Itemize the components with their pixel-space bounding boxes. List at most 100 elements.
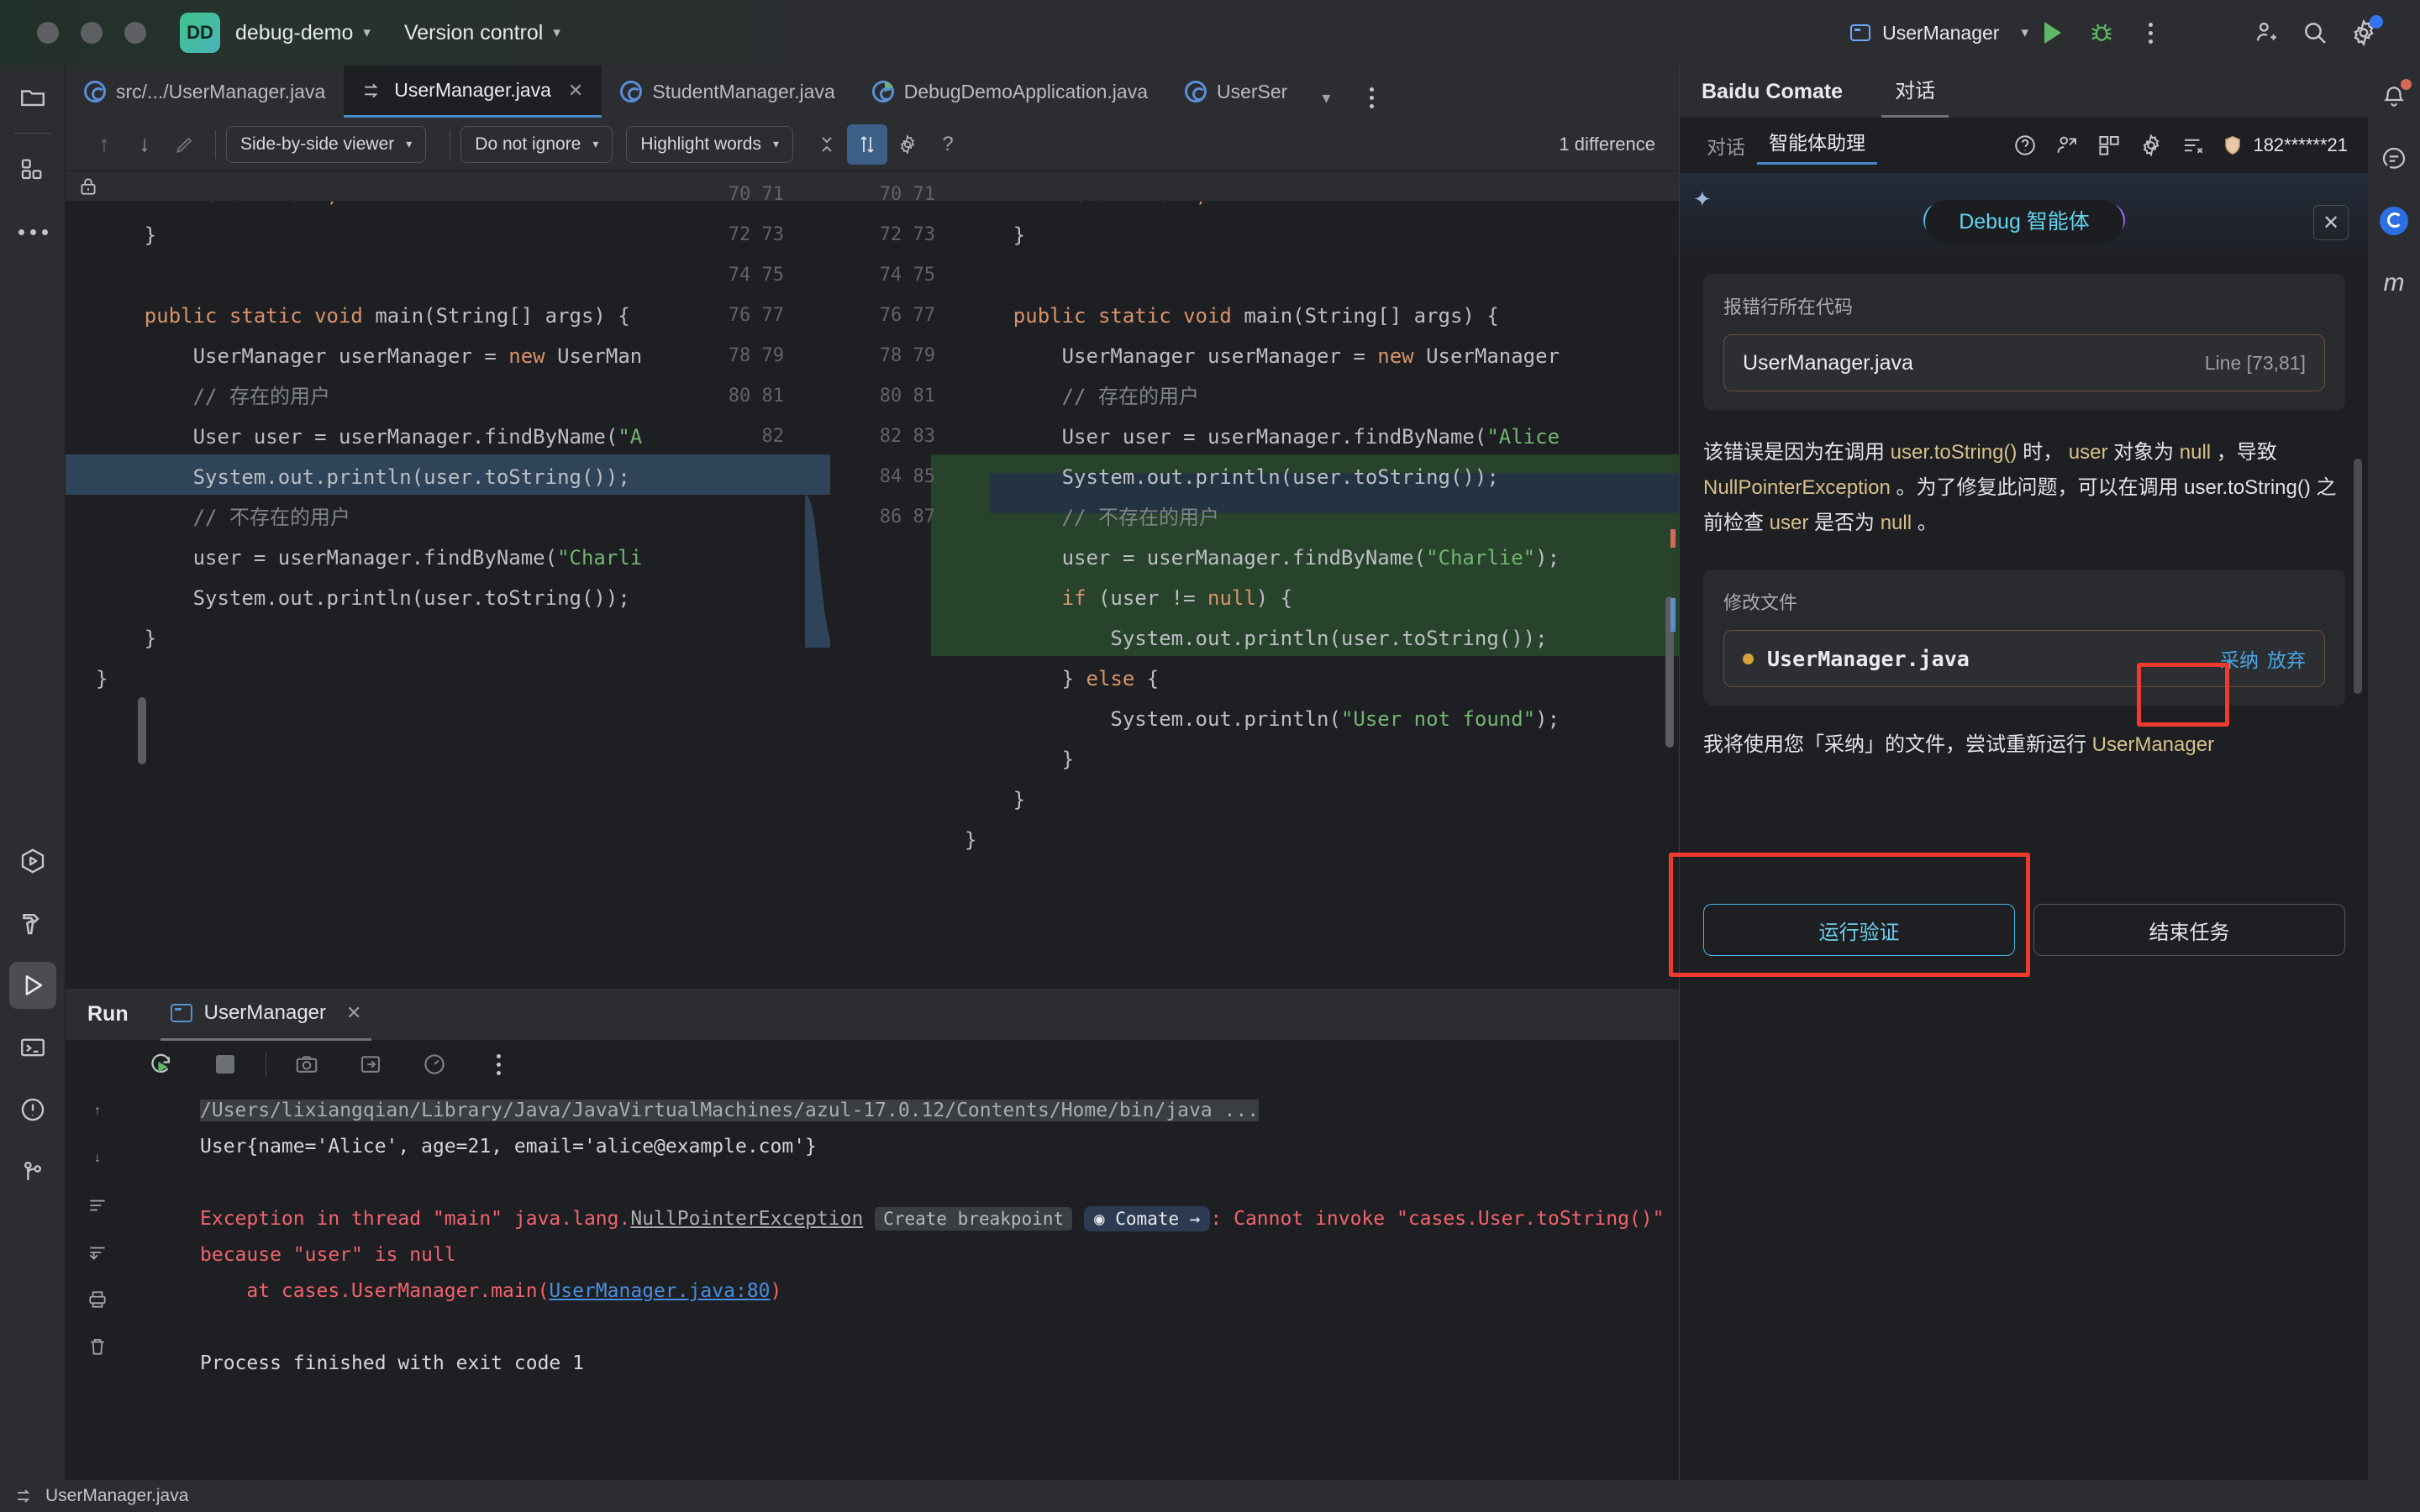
tab-debugdemoapplication[interactable]: DebugDemoApplication.java (854, 66, 1166, 118)
console-stack-link[interactable]: UserManager.java:80 (549, 1280, 770, 1302)
next-difference-button[interactable]: ↓ (124, 124, 165, 165)
stop-button[interactable] (193, 1041, 257, 1088)
rerun-button[interactable] (129, 1041, 193, 1088)
comate-subtab-agent-assistant[interactable]: 智能体助理 (1757, 127, 1877, 165)
comate-subtab-chat[interactable]: 对话 (1695, 131, 1757, 160)
viewer-mode-dropdown[interactable]: Side-by-side viewer ▾ (226, 125, 427, 163)
run-verify-button[interactable]: 运行验证 (1703, 904, 2015, 956)
scroll-down-button[interactable]: ↓ (66, 1135, 129, 1182)
run-config-icon (1850, 24, 1871, 41)
more-actions-button[interactable] (2126, 8, 2175, 57)
java-class-icon (1184, 81, 1207, 102)
build-tool-window-button[interactable] (0, 892, 66, 954)
clear-history-icon[interactable] (2179, 131, 2207, 160)
diff-marker-red (1670, 529, 1676, 548)
highlight-mode-dropdown[interactable]: Highlight words ▾ (626, 125, 794, 163)
search-button[interactable] (2291, 8, 2339, 57)
modified-file-row[interactable]: UserManager.java 采纳 放弃 (1723, 630, 2325, 687)
ignore-mode-dropdown[interactable]: Do not ignore ▾ (460, 125, 613, 163)
debug-button[interactable] (2077, 8, 2126, 57)
add-user-button[interactable] (2242, 8, 2291, 57)
adopt-button[interactable]: 采纳 (2220, 644, 2259, 673)
share-user-icon[interactable] (2053, 131, 2081, 160)
close-agent-icon[interactable]: ✕ (2313, 205, 2349, 240)
export-button[interactable] (339, 1041, 402, 1088)
run-more-actions-button[interactable] (466, 1041, 530, 1088)
gear-icon[interactable] (2137, 131, 2165, 160)
project-tool-window-button[interactable] (0, 66, 66, 128)
diff-left-pane[interactable]: return null; } public static void main(S… (66, 202, 805, 989)
tab-studentmanager[interactable]: StudentManager.java (602, 66, 853, 118)
more-tool-windows-button[interactable] (0, 201, 66, 263)
run-tool-window-button[interactable] (0, 954, 66, 1016)
agent-pill[interactable]: Debug 智能体 (1923, 200, 2125, 244)
close-run-tab-icon[interactable]: ✕ (346, 1002, 361, 1024)
edit-pencil-icon[interactable] (165, 124, 205, 165)
run-hexagon-icon (21, 848, 45, 874)
modified-file-name: UserManager.java (1767, 646, 1970, 671)
run-configuration-selector[interactable]: UserManager ▾ (1850, 22, 2028, 45)
end-task-button[interactable]: 结束任务 (2033, 904, 2345, 956)
diff-right-pane[interactable]: return null; } public static void main(S… (830, 202, 1679, 989)
problems-tool-window-button[interactable] (0, 1079, 66, 1141)
help-icon[interactable] (2011, 131, 2039, 160)
previous-difference-button[interactable]: ↑ (84, 124, 124, 165)
status-file-label[interactable]: UserManager.java (45, 1486, 188, 1506)
vcs-chevron-down-icon[interactable]: ▾ (553, 24, 560, 41)
tab-src-usermanager[interactable]: src/.../UserManager.java (66, 66, 344, 118)
close-window-button[interactable] (37, 22, 59, 44)
console-exception-type[interactable]: NullPointerException (630, 1208, 863, 1230)
folder-icon (21, 90, 45, 107)
diff-settings-gear-icon[interactable] (887, 124, 928, 165)
run-anything-button[interactable] (0, 830, 66, 892)
run-tab-usermanager[interactable]: UserManager ✕ (160, 989, 372, 1041)
error-file-row[interactable]: UserManager.java Line [73,81] (1723, 334, 2325, 391)
ide-window: DD debug-demo ▾ Version control ▾ UserMa… (0, 0, 2420, 1512)
stop-square-icon (216, 1055, 234, 1074)
tab-list-chevron-down-icon[interactable]: ▾ (1306, 77, 1346, 118)
tab-usermanager-diff[interactable]: UserManager.java ✕ (344, 66, 602, 118)
discard-button[interactable]: 放弃 (2267, 644, 2306, 673)
comate-subtab-bar: 对话 智能体助理 182******21 (1680, 118, 2368, 173)
screenshot-button[interactable] (275, 1041, 339, 1088)
layout-icon[interactable] (2095, 131, 2123, 160)
collapse-unchanged-button[interactable] (807, 124, 847, 165)
settings-button[interactable] (2339, 8, 2388, 57)
profiler-button[interactable] (402, 1041, 466, 1088)
synchronize-scroll-button[interactable] (847, 123, 888, 165)
window-controls[interactable] (37, 22, 146, 44)
scroll-up-button[interactable]: ↑ (66, 1088, 129, 1135)
tab-more-actions-icon[interactable] (1351, 77, 1392, 118)
console-output[interactable]: /Users/lixiangqian/Library/Java/JavaVirt… (200, 1093, 1679, 1475)
run-config-chevron-down-icon[interactable]: ▾ (2021, 24, 2028, 41)
left-pane-scrollbar[interactable] (138, 697, 146, 764)
rail-divider (13, 133, 51, 134)
comate-account[interactable]: 182******21 (2221, 134, 2348, 157)
diff-help-button[interactable]: ? (928, 124, 968, 165)
comate-tab-dialogue[interactable]: 对话 (1881, 74, 1949, 118)
structure-tool-window-button[interactable] (0, 139, 66, 201)
maximize-window-button[interactable] (124, 22, 146, 44)
console-exit-line: Process finished with exit code 1 (200, 1352, 584, 1374)
version-control-tool-window-button[interactable] (0, 1141, 66, 1203)
minimize-window-button[interactable] (81, 22, 103, 44)
notifications-button[interactable] (2368, 66, 2420, 128)
close-tab-icon[interactable]: ✕ (568, 80, 583, 102)
soft-wrap-button[interactable] (66, 1182, 129, 1229)
tab-userser[interactable]: UserSer (1166, 66, 1306, 118)
clear-console-button[interactable] (66, 1323, 129, 1370)
project-name[interactable]: debug-demo (235, 21, 353, 45)
create-breakpoint-chip[interactable]: Create breakpoint (875, 1207, 1073, 1231)
terminal-tool-window-button[interactable] (0, 1016, 66, 1079)
comate-scrollbar[interactable] (2354, 459, 2362, 694)
ai-assistant-button[interactable] (2368, 128, 2420, 190)
run-button[interactable] (2028, 8, 2077, 57)
mcp-tool-button[interactable]: m (2368, 252, 2420, 314)
scroll-to-end-button[interactable] (66, 1229, 129, 1276)
print-button[interactable] (66, 1276, 129, 1323)
comate-chip[interactable]: ◉ Comate → (1083, 1206, 1211, 1231)
diff-icon (362, 80, 384, 102)
version-control-menu[interactable]: Version control (404, 21, 543, 45)
project-chevron-down-icon[interactable]: ▾ (363, 24, 371, 41)
comate-tool-button[interactable] (2368, 190, 2420, 252)
